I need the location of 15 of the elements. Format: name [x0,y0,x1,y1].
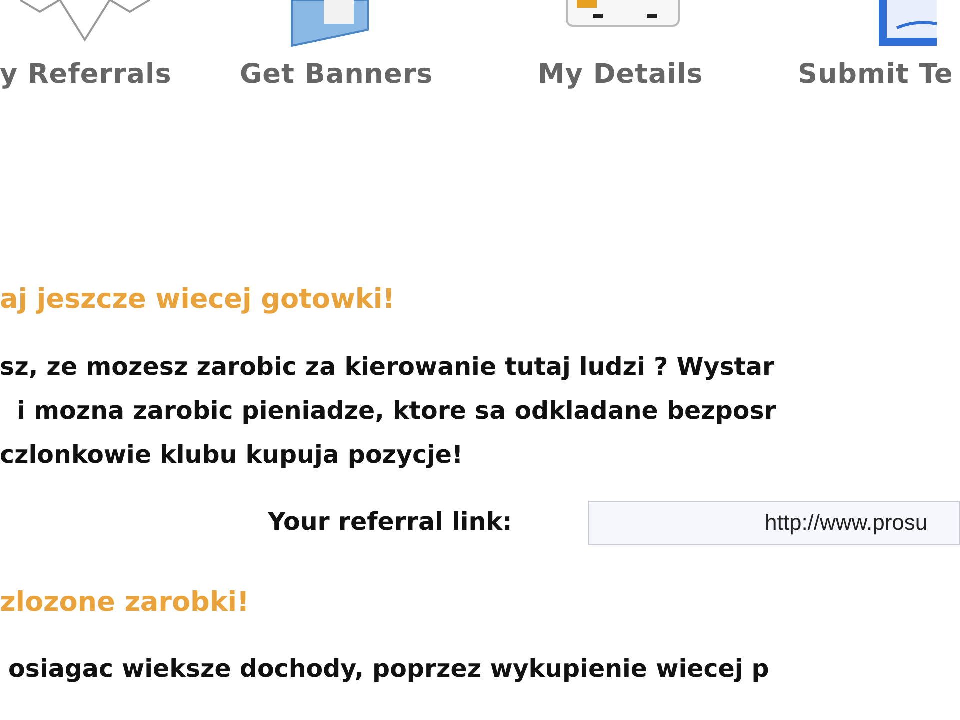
referral-link-label: Your referral link: [268,506,514,538]
nav-link[interactable]: My Details [515,55,704,96]
paragraph-line: i mozna zarobic pieniadze, ktore sa odkladane bezposr [16,394,778,426]
section-heading: aj jeszcze wiecej gotowki! [0,283,396,317]
nav-link[interactable]: Submit Te [775,55,954,96]
document-icon [877,0,937,48]
paragraph-line: osiagac wieksze dochody, poprzez wykupienie wiecej p [8,653,770,685]
referral-link-field[interactable]: http://www.prosu [588,500,960,544]
card-icon [565,0,681,30]
folder-icon [290,0,370,48]
paragraph-line: sz, ze mozesz zarobic za kierowanie tutaj ludzi ? Wystar [0,350,776,382]
paragraph-line: czlonkowie klubu kupuja pozycje! [0,438,464,470]
nav-link[interactable]: Get Banners [215,55,434,96]
nav-link[interactable]: y Referrals [0,55,172,96]
section-heading: zlozone zarobki! [0,586,250,620]
